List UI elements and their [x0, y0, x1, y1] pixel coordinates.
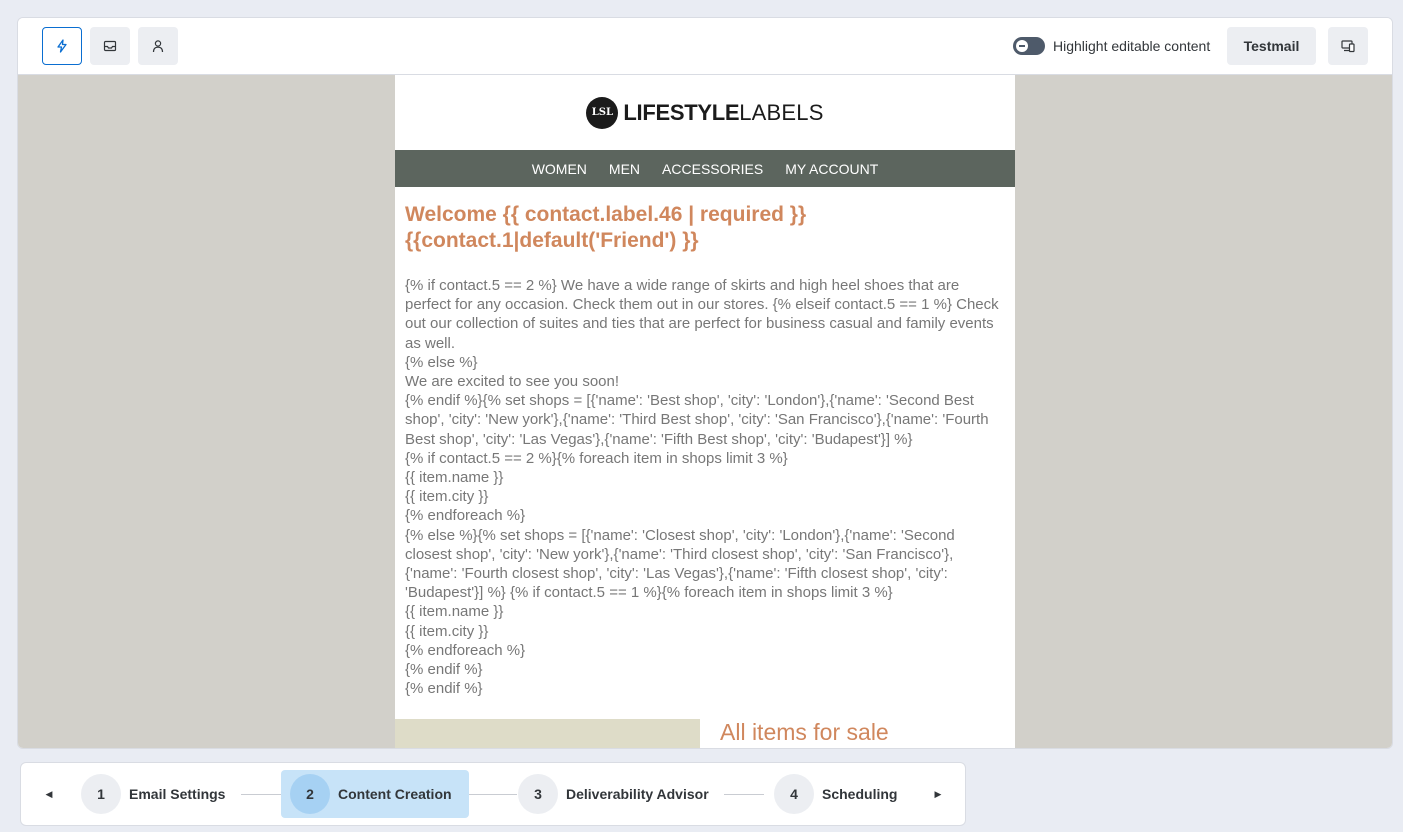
personalization-button[interactable]: [42, 27, 82, 65]
logo-text-light: LABELS: [739, 99, 824, 125]
device-preview-button[interactable]: [1328, 27, 1368, 65]
step-number: 1: [81, 774, 121, 814]
email-navbar: WOMEN MEN ACCESSORIES MY ACCOUNT: [395, 150, 1015, 187]
email-canvas: LSL LIFESTYLE LABELS WOMEN MEN ACCESSORIE…: [18, 75, 1392, 748]
workflow-stepper: ◀ 1 Email Settings 2 Content Creation 3 …: [20, 762, 966, 826]
step-scheduling[interactable]: 4 Scheduling: [774, 770, 913, 818]
step-connector: [469, 794, 517, 795]
nav-item-women[interactable]: WOMEN: [532, 161, 587, 177]
envelope-icon: [103, 40, 117, 52]
brand-logo: LSL LIFESTYLE LABELS: [395, 75, 1015, 150]
step-content-creation[interactable]: 2 Content Creation: [281, 770, 469, 818]
step-label: Email Settings: [129, 786, 226, 802]
device-preview-icon: [1341, 40, 1355, 53]
product-row: All items for sale: [395, 719, 1015, 748]
editor-card: Highlight editable content Testmail LSL …: [17, 17, 1393, 749]
caret-right-icon: ▶: [934, 788, 942, 799]
testmail-button[interactable]: Testmail: [1227, 27, 1316, 65]
step-label: Scheduling: [822, 786, 898, 802]
logo-text-strong: LIFESTYLE: [623, 99, 740, 125]
step-number: 3: [518, 774, 558, 814]
step-email-settings[interactable]: 1 Email Settings: [81, 770, 241, 818]
lightning-icon: [57, 39, 67, 53]
logo-mark-text: LSL: [591, 107, 614, 118]
step-label: Content Creation: [338, 786, 452, 802]
step-connector: [724, 794, 764, 795]
highlight-editable-label: Highlight editable content: [1053, 38, 1211, 54]
nav-item-men[interactable]: MEN: [609, 161, 640, 177]
step-connector: [241, 794, 281, 795]
nav-item-my-account[interactable]: MY ACCOUNT: [785, 161, 878, 177]
caret-left-icon: ◀: [45, 788, 53, 799]
step-number: 2: [290, 774, 330, 814]
step-deliverability-advisor[interactable]: 3 Deliverability Advisor: [518, 770, 725, 818]
highlight-editable-toggle[interactable]: [1013, 37, 1045, 55]
nav-item-accessories[interactable]: ACCESSORIES: [662, 161, 763, 177]
contact-preview-button[interactable]: [138, 27, 178, 65]
logo-mark: LSL: [586, 96, 619, 129]
highlight-editable-control: Highlight editable content: [1013, 37, 1210, 55]
stepper-prev-button[interactable]: ◀: [37, 763, 61, 825]
toggle-knob: [1016, 40, 1028, 52]
step-number: 4: [774, 774, 814, 814]
email-body: Welcome {{ contact.label.46 | required }…: [395, 187, 1015, 698]
email-preview-button[interactable]: [90, 27, 130, 65]
product-image[interactable]: [395, 719, 700, 748]
welcome-heading[interactable]: Welcome {{ contact.label.46 | required }…: [405, 202, 1005, 254]
step-label: Deliverability Advisor: [566, 786, 709, 802]
editor-toolbar: Highlight editable content Testmail: [18, 18, 1392, 75]
person-icon: [152, 40, 164, 53]
email-preview: LSL LIFESTYLE LABELS WOMEN MEN ACCESSORIE…: [395, 75, 1015, 748]
personalization-template-text[interactable]: {% if contact.5 == 2 %} We have a wide r…: [405, 276, 1005, 698]
product-title[interactable]: All items for sale: [720, 719, 889, 746]
stepper-next-button[interactable]: ▶: [926, 763, 950, 825]
